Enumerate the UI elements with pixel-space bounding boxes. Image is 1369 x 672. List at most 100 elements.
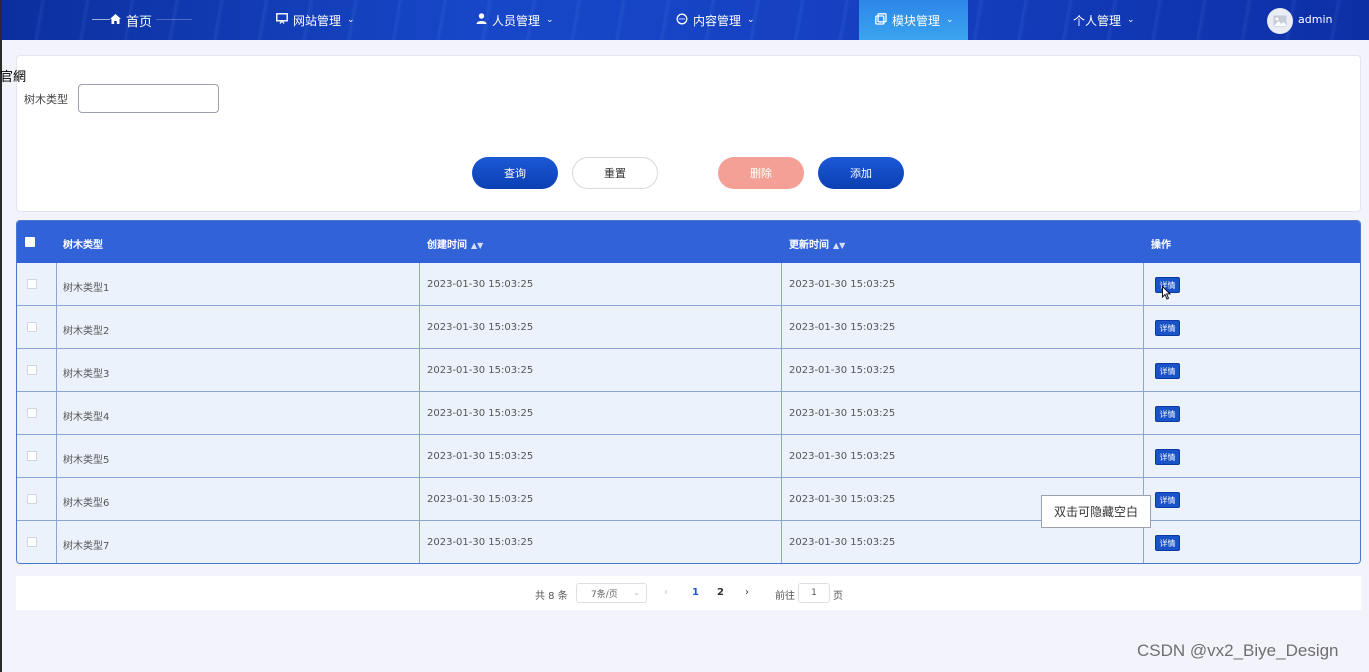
- detail-button[interactable]: 详情: [1155, 492, 1180, 508]
- image-icon: [1273, 15, 1287, 27]
- cell-type: 树木类型6: [63, 498, 110, 509]
- window-edge: [0, 0, 2, 672]
- table-row: 树木类型3 2023-01-30 15:03:25 2023-01-30 15:…: [17, 349, 1360, 392]
- chevron-down-icon: ⌄: [946, 15, 954, 25]
- page-size-select[interactable]: 7条/页 ⌄: [576, 583, 647, 603]
- data-table: 树木类型 创建时间 ▲▼ 更新时间 ▲▼ 操作 树木类型1 2023-01-30 1…: [16, 220, 1361, 564]
- cell-updated: 2023-01-30 15:03:25: [789, 537, 896, 548]
- cell-updated: 2023-01-30 15:03:25: [789, 365, 896, 376]
- cell-created: 2023-01-30 15:03:25: [427, 279, 534, 290]
- row-checkbox[interactable]: [27, 279, 37, 289]
- page-number-2[interactable]: 2: [717, 587, 724, 598]
- nav-people-manage[interactable]: 人员管理 ⌄: [476, 0, 554, 40]
- cell-created: 2023-01-30 15:03:25: [427, 494, 534, 505]
- table-body: 树木类型1 2023-01-30 15:03:25 2023-01-30 15:…: [17, 263, 1360, 563]
- page-size-value: 7条/页: [591, 589, 618, 600]
- nav-personal-manage-label: 个人管理: [1073, 13, 1122, 28]
- cell-type: 树木类型1: [63, 283, 110, 294]
- table-header: 树木类型 创建时间 ▲▼ 更新时间 ▲▼ 操作: [17, 221, 1360, 263]
- cell-updated: 2023-01-30 15:03:25: [789, 322, 896, 333]
- chevron-down-icon: ⌄: [546, 15, 554, 25]
- column-header-updated[interactable]: 更新时间 ▲▼: [789, 236, 845, 251]
- cell-type: 树木类型2: [63, 326, 110, 337]
- tree-type-search-input[interactable]: [78, 84, 219, 113]
- table-row: 树木类型6 2023-01-30 15:03:25 2023-01-30 15:…: [17, 478, 1360, 521]
- top-navbar: 首页 网站管理 ⌄ 人员管理 ⌄ 内容管理 ⌄ 模块管理 ⌄ 个人管理 ⌄ ad: [2, 0, 1369, 40]
- cell-type: 树木类型7: [63, 541, 110, 552]
- nav-personal-manage[interactable]: 个人管理 ⌄: [1073, 0, 1135, 40]
- nav-content-manage-label: 内容管理: [693, 13, 742, 28]
- cell-created: 2023-01-30 15:03:25: [427, 322, 534, 333]
- avatar[interactable]: [1267, 8, 1293, 34]
- nav-home-label: 首页: [126, 14, 153, 30]
- chevron-down-icon: ⌄: [633, 588, 640, 597]
- table-row: 树木类型5 2023-01-30 15:03:25 2023-01-30 15:…: [17, 435, 1360, 478]
- row-checkbox[interactable]: [27, 451, 37, 461]
- cell-created: 2023-01-30 15:03:25: [427, 537, 534, 548]
- column-header-created[interactable]: 创建时间 ▲▼: [427, 236, 483, 251]
- nav-module-manage[interactable]: 模块管理 ⌄: [875, 0, 954, 40]
- module-icon: [875, 12, 887, 28]
- query-button[interactable]: 查询: [472, 157, 558, 189]
- column-header-type: 树木类型: [63, 240, 103, 251]
- overlay-text: 官網: [0, 70, 27, 85]
- next-page-button[interactable]: ›: [745, 587, 749, 598]
- detail-button[interactable]: 详情: [1155, 535, 1180, 551]
- cell-updated: 2023-01-30 15:03:25: [789, 451, 896, 462]
- column-header-action: 操作: [1151, 240, 1171, 251]
- goto-prefix: 前往: [775, 591, 795, 602]
- detail-button[interactable]: 详情: [1155, 406, 1180, 422]
- chevron-down-icon: ⌄: [1127, 15, 1135, 25]
- user-icon: [476, 13, 487, 27]
- detail-button[interactable]: 详情: [1155, 449, 1180, 465]
- table-row: 树木类型7 2023-01-30 15:03:25 2023-01-30 15:…: [17, 521, 1360, 563]
- goto-page-input[interactable]: [798, 583, 830, 603]
- reset-button[interactable]: 重置: [572, 157, 658, 189]
- search-panel: [16, 55, 1361, 212]
- mouse-cursor-icon: [1162, 286, 1172, 300]
- cell-created: 2023-01-30 15:03:25: [427, 365, 534, 376]
- pagination: 共 8 条 7条/页 ⌄ ‹ 1 2 › 前往 页: [16, 576, 1361, 610]
- detail-button[interactable]: 详情: [1155, 363, 1180, 379]
- cell-type: 树木类型5: [63, 455, 110, 466]
- page-number-1[interactable]: 1: [692, 587, 699, 598]
- goto-suffix: 页: [833, 591, 843, 602]
- prev-page-button[interactable]: ‹: [664, 587, 668, 598]
- cell-type: 树木类型4: [63, 412, 110, 423]
- cell-type: 树木类型3: [63, 369, 110, 380]
- cell-created: 2023-01-30 15:03:25: [427, 451, 534, 462]
- row-checkbox[interactable]: [27, 537, 37, 547]
- chevron-down-icon: ⌄: [347, 15, 355, 25]
- nav-content-manage[interactable]: 内容管理 ⌄: [676, 0, 755, 40]
- delete-button[interactable]: 删除: [718, 157, 804, 189]
- search-label: 树木类型: [24, 93, 68, 106]
- cell-updated: 2023-01-30 15:03:25: [789, 279, 896, 290]
- sort-icon[interactable]: ▲▼: [471, 241, 483, 250]
- nav-website-manage-label: 网站管理: [293, 13, 342, 28]
- home-icon: [110, 13, 121, 27]
- row-checkbox[interactable]: [27, 408, 37, 418]
- nav-home[interactable]: 首页: [91, 0, 193, 40]
- watermark: CSDN @vx2_Biye_Design: [1137, 641, 1339, 660]
- username[interactable]: admin: [1298, 13, 1332, 26]
- cell-created: 2023-01-30 15:03:25: [427, 408, 534, 419]
- select-all-checkbox[interactable]: [25, 237, 35, 247]
- row-checkbox[interactable]: [27, 322, 37, 332]
- column-header-created-label: 创建时间: [427, 240, 467, 251]
- detail-button[interactable]: 详情: [1155, 320, 1180, 336]
- column-header-updated-label: 更新时间: [789, 240, 829, 251]
- table-row: 树木类型1 2023-01-30 15:03:25 2023-01-30 15:…: [17, 263, 1360, 306]
- chevron-down-icon: ⌄: [747, 15, 755, 25]
- row-checkbox[interactable]: [27, 494, 37, 504]
- cell-updated: 2023-01-30 15:03:25: [789, 408, 896, 419]
- monitor-icon: [276, 13, 288, 27]
- nav-website-manage[interactable]: 网站管理 ⌄: [276, 0, 355, 40]
- chat-icon: [676, 13, 688, 28]
- row-checkbox[interactable]: [27, 365, 37, 375]
- add-button[interactable]: 添加: [818, 157, 904, 189]
- nav-people-manage-label: 人员管理: [492, 13, 541, 28]
- cell-updated: 2023-01-30 15:03:25: [789, 494, 896, 505]
- table-row: 树木类型2 2023-01-30 15:03:25 2023-01-30 15:…: [17, 306, 1360, 349]
- sort-icon[interactable]: ▲▼: [833, 241, 845, 250]
- pagination-total: 共 8 条: [535, 591, 568, 602]
